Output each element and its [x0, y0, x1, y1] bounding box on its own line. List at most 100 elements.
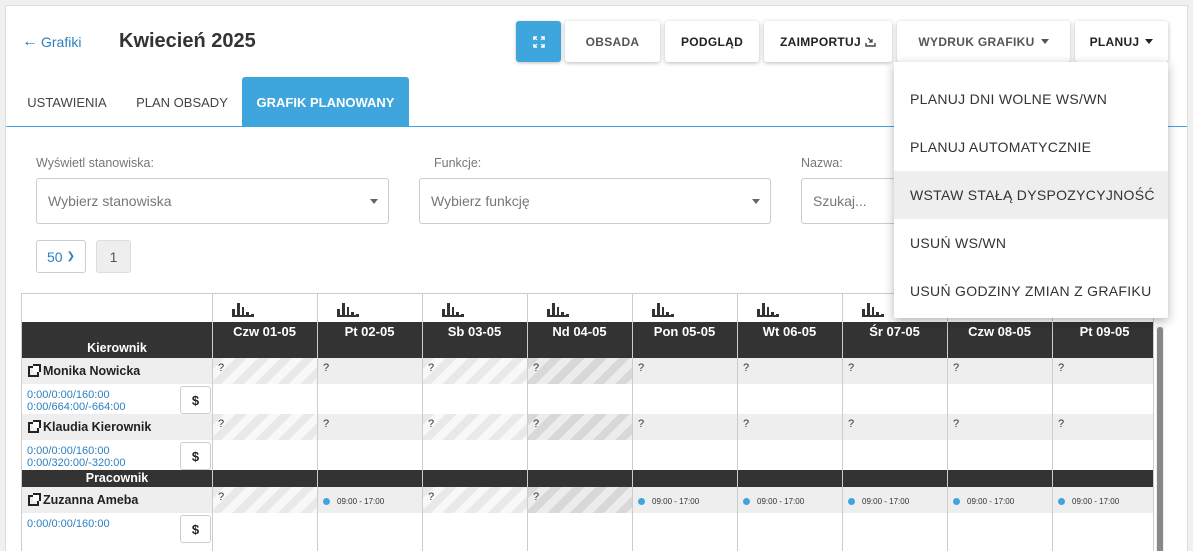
podglad-button[interactable]: PODGLĄD	[665, 21, 759, 62]
schedule-cell[interactable]: ?	[423, 414, 527, 440]
schedule-cell[interactable]: ?	[528, 358, 632, 384]
schedule-cell[interactable]: ?	[213, 487, 317, 513]
tab-ustawienia[interactable]: USTAWIENIA	[16, 77, 118, 127]
shift-entry: 09:00 - 17:00	[323, 491, 422, 506]
positions-select-placeholder: Wybierz stanowiska	[48, 193, 172, 209]
schedule-cell[interactable]: ?	[633, 414, 737, 440]
schedule-cell[interactable]: 09:00 - 17:00	[1053, 487, 1153, 513]
employee-name-row[interactable]: Zuzanna Ameba	[22, 487, 212, 513]
schedule-cell[interactable]: 09:00 - 17:00	[633, 487, 737, 513]
schedule-cell[interactable]: ?	[213, 358, 317, 384]
name-filter-label: Nazwa:	[801, 156, 843, 170]
obsada-button-label: OBSADA	[585, 34, 640, 49]
menu-item-wstaw-dyspozycyjnosc[interactable]: WSTAW STAŁĄ DYSPOZYCYJNOŚĆ	[894, 171, 1168, 219]
scrollbar-thumb[interactable]	[1157, 327, 1163, 551]
employee-name-row[interactable]: Klaudia Kierownik	[22, 414, 212, 440]
day-header-label: Pon 05-05	[653, 324, 716, 339]
rate-button[interactable]: $	[180, 386, 211, 414]
bar-chart-icon[interactable]	[862, 295, 884, 317]
column-divider	[737, 294, 738, 551]
schedule-cell[interactable]: ?	[1053, 414, 1153, 440]
schedule-cell[interactable]: ?	[528, 487, 632, 513]
cell-status: ?	[743, 362, 750, 374]
name-search-placeholder: Szukaj...	[813, 193, 867, 209]
schedule-cell[interactable]: ?	[633, 358, 737, 384]
column-divider	[947, 294, 948, 551]
bar-chart-icon[interactable]	[547, 295, 569, 317]
schedule-cell[interactable]: ?	[843, 414, 947, 440]
cell-status: ?	[638, 418, 645, 430]
schedule-cell[interactable]: ?	[528, 414, 632, 440]
tab-plan-obsady[interactable]: PLAN OBSADY	[127, 77, 237, 127]
column-divider	[1052, 294, 1053, 551]
back-link[interactable]: ← Grafiki	[22, 34, 81, 51]
schedule-cell[interactable]: 09:00 - 17:00	[318, 487, 422, 513]
day-header-label: Pt 09-05	[1079, 324, 1130, 339]
app-frame: ← Grafiki Kwiecień 2025 OBSADA PODGLĄD Z…	[5, 5, 1188, 551]
employee-name[interactable]: Klaudia Kierownik	[43, 420, 151, 434]
schedule-cell[interactable]: ?	[843, 358, 947, 384]
bar-chart-icon[interactable]	[232, 295, 254, 317]
schedule-cell[interactable]: ?	[948, 358, 1052, 384]
shift-entry: 09:00 - 17:00	[1058, 491, 1153, 506]
employee-name[interactable]: Monika Nowicka	[43, 364, 140, 378]
cell-status: ?	[743, 418, 750, 430]
menu-item-usun-godziny[interactable]: USUŃ GODZINY ZMIAN Z GRAFIKU	[894, 267, 1168, 315]
shift-hours: 09:00 - 17:00	[1072, 497, 1120, 506]
schedule-cell[interactable]: ?	[423, 487, 527, 513]
schedule-cell[interactable]: ?	[318, 358, 422, 384]
schedule-cell[interactable]: ?	[318, 414, 422, 440]
day-header-label: Wt 06-05	[762, 324, 817, 339]
bar-chart-icon[interactable]	[442, 295, 464, 317]
schedule-cell[interactable]: 09:00 - 17:00	[843, 487, 947, 513]
per-page-select[interactable]: 50 ❯	[36, 240, 86, 273]
bar-chart-icon[interactable]	[652, 295, 674, 317]
wydruk-grafiku-button[interactable]: WYDRUK GRAFIKU	[897, 21, 1070, 62]
external-link-icon[interactable]	[28, 492, 41, 506]
functions-select[interactable]: Wybierz funkcję	[419, 178, 771, 224]
rate-button[interactable]: $	[180, 442, 211, 470]
schedule-cell[interactable]: ?	[738, 414, 842, 440]
schedule-cell[interactable]: ?	[738, 358, 842, 384]
positions-select[interactable]: Wybierz stanowiska	[36, 178, 389, 224]
external-link-icon[interactable]	[28, 419, 41, 433]
employee-name-row[interactable]: Monika Nowicka	[22, 358, 212, 384]
tab-grafik-planowany[interactable]: GRAFIK PLANOWANY	[242, 77, 409, 127]
shift-dot-icon	[1058, 498, 1065, 505]
page-button[interactable]: 1	[96, 240, 131, 273]
column-divider	[422, 294, 423, 551]
day-header-label: Pt 02-05	[344, 324, 395, 339]
day-header-label: Śr 07-05	[869, 324, 920, 339]
caret-down-icon	[752, 199, 760, 204]
menu-item-planuj-automatycznie[interactable]: PLANUJ AUTOMATYCZNIE	[894, 123, 1168, 171]
import-button-label: ZAIMPORTUJ	[780, 34, 861, 49]
cell-status: ?	[428, 491, 435, 503]
schedule-cell[interactable]: ?	[1053, 358, 1153, 384]
column-divider	[212, 294, 213, 551]
shift-entry: 09:00 - 17:00	[848, 491, 947, 506]
import-button[interactable]: ZAIMPORTUJ	[764, 21, 892, 62]
rate-button[interactable]: $	[180, 515, 211, 543]
functions-filter-label: Funkcje:	[434, 156, 482, 170]
cell-status: ?	[533, 491, 540, 503]
schedule-cell[interactable]: ?	[948, 414, 1052, 440]
fullscreen-button[interactable]	[516, 21, 561, 62]
obsada-button[interactable]: OBSADA	[565, 21, 660, 62]
external-link-icon[interactable]	[28, 363, 41, 377]
schedule-cell[interactable]: ?	[423, 358, 527, 384]
bar-chart-icon[interactable]	[337, 295, 359, 317]
caret-down-icon	[1145, 39, 1154, 44]
planuj-button[interactable]: PLANUJ	[1075, 21, 1168, 62]
menu-item-usun-ws-wn[interactable]: USUŃ WS/WN	[894, 219, 1168, 267]
cell-status: ?	[323, 362, 330, 374]
employee-name[interactable]: Zuzanna Ameba	[43, 493, 138, 507]
cell-status: ?	[953, 418, 960, 430]
cell-status: ?	[1058, 418, 1065, 430]
schedule-cell[interactable]: 09:00 - 17:00	[948, 487, 1052, 513]
group-label: Pracownik	[85, 471, 149, 485]
positions-filter-label: Wyświetl stanowiska:	[36, 156, 154, 170]
schedule-cell[interactable]: ?	[213, 414, 317, 440]
schedule-cell[interactable]: 09:00 - 17:00	[738, 487, 842, 513]
bar-chart-icon[interactable]	[757, 295, 779, 317]
menu-item-planuj-dni-wolne[interactable]: PLANUJ DNI WOLNE WS/WN	[894, 75, 1168, 123]
